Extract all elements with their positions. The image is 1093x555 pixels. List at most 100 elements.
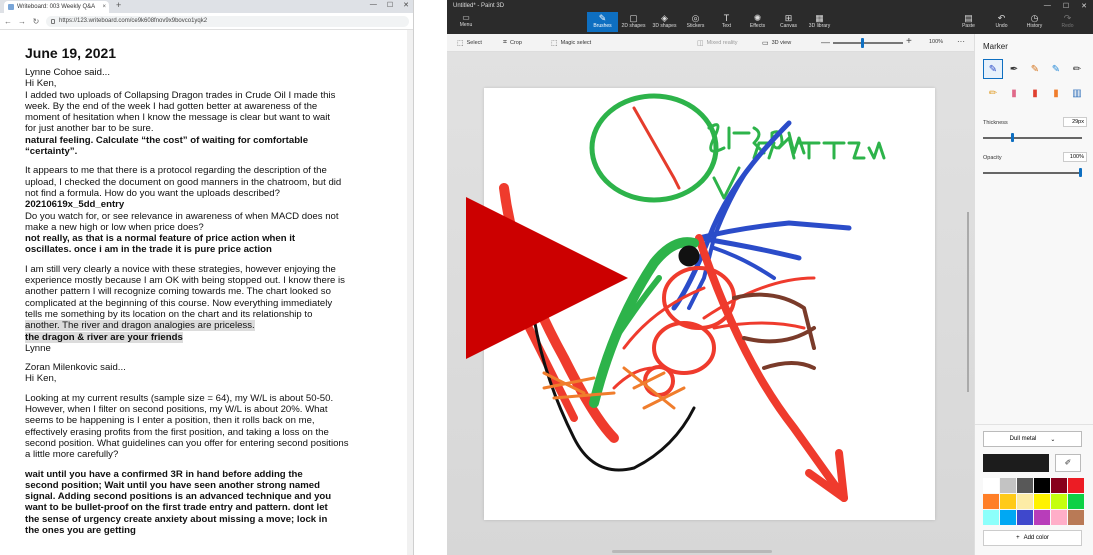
tool-effects[interactable]: ✺ Effects <box>742 12 773 32</box>
square-icon: ▢ <box>629 13 638 23</box>
thickness-slider-thumb[interactable] <box>1010 133 1014 142</box>
paint-close-button[interactable]: ✕ <box>1081 2 1087 10</box>
forward-arrow-icon[interactable]: → <box>18 17 26 26</box>
pixel-pen-brush[interactable]: ✏ <box>1067 59 1087 79</box>
3d-view-button[interactable]: ▭ 3D view <box>762 39 791 47</box>
color-swatch[interactable] <box>1051 510 1067 525</box>
main-toolbar: ✎ Brushes ▢ 2D shapes ◈ 3D shapes ◎ Stickers… <box>587 12 835 32</box>
tool-label: 2D shapes <box>621 23 646 29</box>
menu-button[interactable]: ▭ Menu <box>455 14 477 29</box>
opacity-slider-thumb[interactable] <box>1079 168 1082 177</box>
current-color-swatch[interactable] <box>983 454 1049 472</box>
back-arrow-icon[interactable]: ← <box>4 17 12 26</box>
address-bar: ← → ↻ https://123.writeboard.com/ce9k608… <box>0 13 413 30</box>
tool-3d-shapes[interactable]: ◈ 3D shapes <box>649 12 680 32</box>
add-color-button[interactable]: + Add color <box>983 530 1082 546</box>
color-swatch[interactable] <box>1034 510 1050 525</box>
magic-select-button[interactable]: ⬚ Magic select <box>551 39 591 47</box>
paint-minimize-button[interactable]: — <box>1044 2 1051 10</box>
color-swatch[interactable] <box>1017 494 1033 509</box>
page-scrollbar[interactable] <box>407 30 413 555</box>
browser-window: Writeboard: 003 Weekly Q&A × + — ☐ ✕ ← →… <box>0 0 414 555</box>
color-swatch[interactable] <box>1034 494 1050 509</box>
zoom-in-button[interactable]: + <box>906 36 912 47</box>
url-input[interactable]: https://123.writeboard.com/ce9k608fnov9x… <box>46 15 409 27</box>
text-icon: T <box>723 13 730 23</box>
close-button[interactable]: ✕ <box>403 1 409 9</box>
zoom-out-button[interactable]: — <box>821 37 830 47</box>
tool-stickers[interactable]: ◎ Stickers <box>680 12 711 32</box>
opacity-input[interactable]: 100% <box>1063 152 1087 162</box>
history-button[interactable]: ◷ History <box>1019 12 1050 32</box>
calligraphy-pen-brush[interactable]: ✒ <box>1004 59 1024 79</box>
tool-label: Effects <box>749 23 766 29</box>
tool-label: Undo <box>995 23 1008 29</box>
thickness-input[interactable]: 29px <box>1063 117 1087 127</box>
favicon-icon <box>8 4 14 10</box>
workspace-hscrollbar[interactable] <box>612 550 772 553</box>
tab-close-icon[interactable]: × <box>102 4 106 10</box>
tab-writeboard[interactable]: Writeboard: 003 Weekly Q&A × <box>4 1 109 13</box>
eyedropper-button[interactable]: ✐ <box>1055 454 1081 472</box>
color-swatch[interactable] <box>983 494 999 509</box>
color-swatch[interactable] <box>1068 494 1084 509</box>
fill-bucket-icon: ▥ <box>1072 87 1082 99</box>
color-swatch[interactable] <box>1068 478 1084 493</box>
undo-button[interactable]: ↶ Undo <box>986 12 1017 32</box>
oil-brush[interactable]: ✎ <box>1025 59 1045 79</box>
edit-toolbar: ▤ Paste ↶ Undo ◷ History ↷ Redo <box>953 12 1083 32</box>
tool-text[interactable]: T Text <box>711 12 742 32</box>
tab-title: Writeboard: 003 Weekly Q&A <box>17 4 96 10</box>
select-button[interactable]: ⬚ Select <box>457 39 482 47</box>
color-swatch[interactable] <box>1034 478 1050 493</box>
eraser-brush[interactable]: ▮ <box>1004 83 1024 103</box>
watercolor-icon: ✎ <box>1051 63 1061 75</box>
mixed-reality-button[interactable]: ◫ Mixed reality <box>697 39 738 47</box>
tool-brushes[interactable]: ✎ Brushes <box>587 12 618 32</box>
zoom-slider[interactable] <box>833 42 903 44</box>
crayon-brush[interactable]: ▮ <box>1025 83 1045 103</box>
reload-icon[interactable]: ↻ <box>32 17 40 26</box>
thickness-slider[interactable] <box>983 137 1082 139</box>
color-swatch[interactable] <box>983 510 999 525</box>
color-swatch[interactable] <box>1068 510 1084 525</box>
color-swatch[interactable] <box>1051 478 1067 493</box>
opacity-label: Opacity <box>983 155 1002 161</box>
workspace-scrollbar[interactable] <box>967 212 969 392</box>
writeboard-document: June 19, 2021 Lynne Cohoe said... Hi Ken… <box>0 30 402 536</box>
color-swatch[interactable] <box>1017 510 1033 525</box>
paint-maximize-button[interactable]: ☐ <box>1063 2 1069 10</box>
color-swatch[interactable] <box>983 478 999 493</box>
paste-button[interactable]: ▤ Paste <box>953 12 984 32</box>
color-swatch[interactable] <box>1000 478 1016 493</box>
maximize-button[interactable]: ☐ <box>387 1 393 9</box>
fill-brush[interactable]: ▥ <box>1067 83 1087 103</box>
a1-text: natural feeling. Calculate “the cost” of… <box>25 134 309 158</box>
brush-icon: ✎ <box>598 13 607 23</box>
finish-dropdown[interactable]: Dull metal ⌄ <box>983 431 1082 447</box>
color-swatch[interactable] <box>1017 478 1033 493</box>
play-button-icon[interactable] <box>466 197 628 359</box>
tool-label: 3D shapes <box>652 23 677 29</box>
doc-date: June 19, 2021 <box>25 45 117 61</box>
redo-button[interactable]: ↷ Redo <box>1052 12 1083 32</box>
new-tab-button[interactable]: + <box>116 0 121 10</box>
tool-3d-library[interactable]: ▦ 3D library <box>804 12 835 32</box>
color-swatch[interactable] <box>1051 494 1067 509</box>
tool-2d-shapes[interactable]: ▢ 2D shapes <box>618 12 649 32</box>
color-swatch[interactable] <box>1000 510 1016 525</box>
crop-button[interactable]: ⌗ Crop <box>503 39 522 47</box>
pencil-brush[interactable]: ✏ <box>983 83 1003 103</box>
spray-can-brush[interactable]: ▮ <box>1046 83 1066 103</box>
zoom-slider-thumb[interactable] <box>861 38 864 48</box>
tool-canvas[interactable]: ⊞ Canvas <box>773 12 804 32</box>
minimize-button[interactable]: — <box>370 1 377 9</box>
view-3d-label: 3D view <box>771 40 792 46</box>
pen-icon: ✒ <box>1009 63 1019 75</box>
opacity-slider[interactable] <box>983 172 1082 174</box>
panel-title: Marker <box>983 42 1008 51</box>
more-options-icon[interactable]: ··· <box>957 37 965 46</box>
watercolor-brush[interactable]: ✎ <box>1046 59 1066 79</box>
color-swatch[interactable] <box>1000 494 1016 509</box>
marker-brush[interactable]: ✎ <box>983 59 1003 79</box>
